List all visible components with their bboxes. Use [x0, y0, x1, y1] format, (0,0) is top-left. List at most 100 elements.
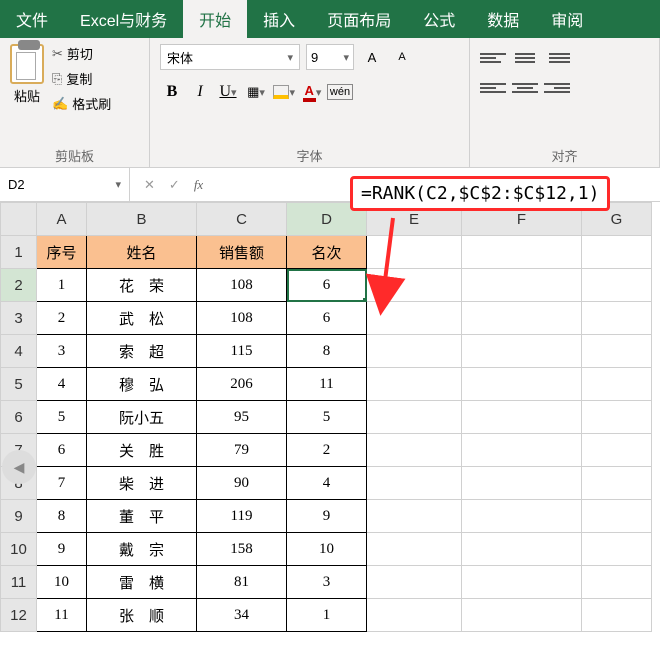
cell[interactable] — [462, 401, 582, 434]
cell[interactable] — [367, 533, 462, 566]
cell[interactable]: 108 — [197, 302, 287, 335]
align-middle-button[interactable] — [512, 48, 538, 68]
row-header[interactable]: 10 — [1, 533, 37, 566]
select-all-corner[interactable] — [1, 203, 37, 236]
cell[interactable] — [367, 368, 462, 401]
row-header[interactable]: 11 — [1, 566, 37, 599]
row-header[interactable]: 4 — [1, 335, 37, 368]
cell[interactable]: 穆 弘 — [87, 368, 197, 401]
header-cell[interactable]: 销售额 — [197, 236, 287, 269]
cell[interactable] — [462, 302, 582, 335]
row-header[interactable]: 1 — [1, 236, 37, 269]
cell[interactable]: 90 — [197, 467, 287, 500]
italic-button[interactable]: I — [188, 80, 212, 104]
cell[interactable] — [582, 335, 652, 368]
tab-formulas[interactable]: 公式 — [407, 0, 471, 38]
cell[interactable]: 索 超 — [87, 335, 197, 368]
align-center-button[interactable] — [512, 78, 538, 98]
cell[interactable]: 10 — [287, 533, 367, 566]
cell[interactable]: 4 — [287, 467, 367, 500]
tab-finance[interactable]: Excel与财务 — [64, 0, 183, 38]
row-header[interactable]: 3 — [1, 302, 37, 335]
cell[interactable] — [462, 236, 582, 269]
cell[interactable]: 119 — [197, 500, 287, 533]
cell[interactable]: 关 胜 — [87, 434, 197, 467]
cell[interactable]: 2 — [287, 434, 367, 467]
cell[interactable] — [582, 269, 652, 302]
border-button[interactable] — [244, 80, 268, 104]
font-size-select[interactable]: 9 — [306, 44, 354, 70]
cell[interactable]: 108 — [197, 269, 287, 302]
header-cell[interactable]: 名次 — [287, 236, 367, 269]
cell[interactable] — [462, 335, 582, 368]
row-header[interactable]: 6 — [1, 401, 37, 434]
cell[interactable]: 206 — [197, 368, 287, 401]
underline-button[interactable]: U — [216, 80, 240, 104]
cell[interactable]: 雷 横 — [87, 566, 197, 599]
cell[interactable] — [367, 500, 462, 533]
cell[interactable]: 79 — [197, 434, 287, 467]
cell[interactable] — [367, 566, 462, 599]
cell[interactable]: 4 — [37, 368, 87, 401]
cell[interactable]: 8 — [37, 500, 87, 533]
cell[interactable] — [367, 599, 462, 632]
cell[interactable] — [462, 368, 582, 401]
col-header-B[interactable]: B — [87, 203, 197, 236]
cell[interactable]: 3 — [37, 335, 87, 368]
cell[interactable]: 柴 进 — [87, 467, 197, 500]
cell[interactable] — [462, 599, 582, 632]
cell[interactable]: 6 — [37, 434, 87, 467]
cell[interactable] — [367, 401, 462, 434]
cell[interactable] — [582, 302, 652, 335]
format-painter-button[interactable]: 格式刷 — [52, 94, 111, 113]
row-header[interactable]: 12 — [1, 599, 37, 632]
cell[interactable] — [462, 467, 582, 500]
cell[interactable] — [582, 434, 652, 467]
cell-selected[interactable]: 6 — [287, 269, 367, 302]
cell[interactable]: 9 — [287, 500, 367, 533]
cell[interactable]: 戴 宗 — [87, 533, 197, 566]
cell[interactable]: 3 — [287, 566, 367, 599]
cell[interactable]: 1 — [287, 599, 367, 632]
tab-review[interactable]: 审阅 — [535, 0, 599, 38]
header-cell[interactable]: 序号 — [37, 236, 87, 269]
decrease-font-button[interactable]: A — [390, 45, 414, 69]
cell[interactable]: 115 — [197, 335, 287, 368]
cell[interactable]: 2 — [37, 302, 87, 335]
cell[interactable]: 8 — [287, 335, 367, 368]
cell[interactable] — [582, 500, 652, 533]
cell[interactable]: 11 — [37, 599, 87, 632]
copy-button[interactable]: 复制 — [52, 69, 111, 88]
cell[interactable]: 阮小五 — [87, 401, 197, 434]
cell[interactable] — [582, 467, 652, 500]
tab-insert[interactable]: 插入 — [247, 0, 311, 38]
col-header-A[interactable]: A — [37, 203, 87, 236]
cell[interactable] — [582, 566, 652, 599]
cell[interactable] — [462, 500, 582, 533]
paste-button[interactable]: 粘贴 — [10, 44, 44, 105]
tab-file[interactable]: 文件 — [0, 0, 64, 38]
cell[interactable] — [582, 401, 652, 434]
cell[interactable]: 张 顺 — [87, 599, 197, 632]
cell[interactable]: 5 — [287, 401, 367, 434]
align-bottom-button[interactable] — [544, 48, 570, 68]
fill-color-button[interactable] — [272, 80, 296, 104]
cell[interactable] — [367, 335, 462, 368]
cut-button[interactable]: 剪切 — [52, 44, 111, 63]
row-header[interactable]: 5 — [1, 368, 37, 401]
increase-font-button[interactable]: A — [360, 45, 384, 69]
cell[interactable] — [462, 566, 582, 599]
align-left-button[interactable] — [480, 78, 506, 98]
col-header-C[interactable]: C — [197, 203, 287, 236]
cell[interactable] — [582, 599, 652, 632]
cell[interactable] — [462, 533, 582, 566]
cell[interactable]: 6 — [287, 302, 367, 335]
bold-button[interactable]: B — [160, 80, 184, 104]
cell[interactable]: 武 松 — [87, 302, 197, 335]
tab-home[interactable]: 开始 — [183, 0, 247, 38]
cell[interactable] — [582, 368, 652, 401]
fx-icon[interactable]: fx — [194, 177, 203, 193]
cell[interactable]: 花 荣 — [87, 269, 197, 302]
cell[interactable]: 11 — [287, 368, 367, 401]
cell[interactable] — [582, 533, 652, 566]
